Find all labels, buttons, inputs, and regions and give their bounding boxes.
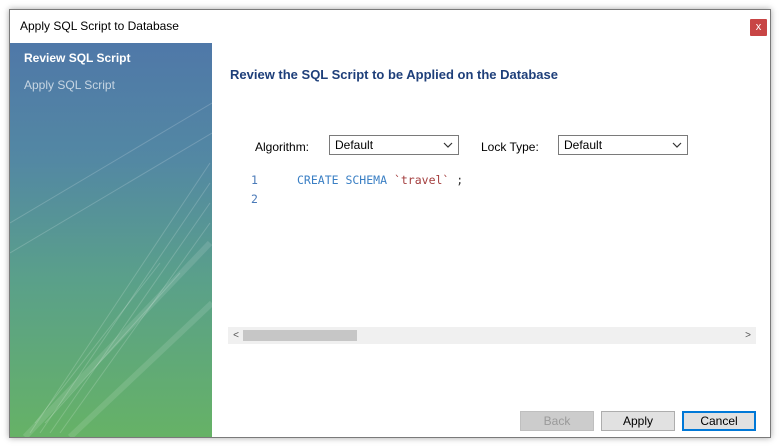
scroll-right-icon[interactable]: > (740, 327, 756, 344)
close-icon[interactable]: x (750, 19, 767, 36)
apply-sql-dialog: Apply SQL Script to Database x Review SQ… (9, 9, 771, 438)
lock-type-select[interactable]: Default (558, 135, 688, 155)
algorithm-select-value: Default (335, 138, 374, 152)
main-content: Review the SQL Script to be Applied on t… (212, 43, 770, 437)
algorithm-select[interactable]: Default (329, 135, 459, 155)
cancel-button[interactable]: Cancel (682, 411, 756, 431)
sidebar-decoration-graphic (10, 102, 212, 437)
sidebar-item-apply-sql-script: Apply SQL Script (24, 78, 115, 92)
title-bar: Apply SQL Script to Database x (10, 10, 770, 43)
wizard-sidebar: Review SQL Script Apply SQL Script (10, 43, 212, 437)
chevron-down-icon (672, 142, 682, 148)
scroll-left-icon[interactable]: < (228, 327, 244, 344)
page-title: Review the SQL Script to be Applied on t… (230, 67, 558, 82)
line-number: 2 (251, 192, 258, 206)
sidebar-item-review-sql-script: Review SQL Script (24, 51, 131, 65)
sql-keyword: CREATE SCHEMA (297, 173, 388, 187)
back-button[interactable]: Back (520, 411, 594, 431)
horizontal-scrollbar[interactable]: < > (228, 327, 756, 344)
line-number: 1 (251, 173, 258, 187)
code-line: CREATE SCHEMA `travel` ; (297, 173, 463, 187)
sql-terminator: ; (456, 173, 464, 187)
apply-button[interactable]: Apply (601, 411, 675, 431)
chevron-down-icon (443, 142, 453, 148)
scrollbar-thumb[interactable] (243, 330, 357, 341)
sql-identifier: `travel` (393, 173, 450, 187)
lock-type-select-value: Default (564, 138, 603, 152)
window-title: Apply SQL Script to Database (20, 19, 179, 33)
lock-type-label: Lock Type: (481, 140, 539, 154)
algorithm-label: Algorithm: (255, 140, 310, 154)
